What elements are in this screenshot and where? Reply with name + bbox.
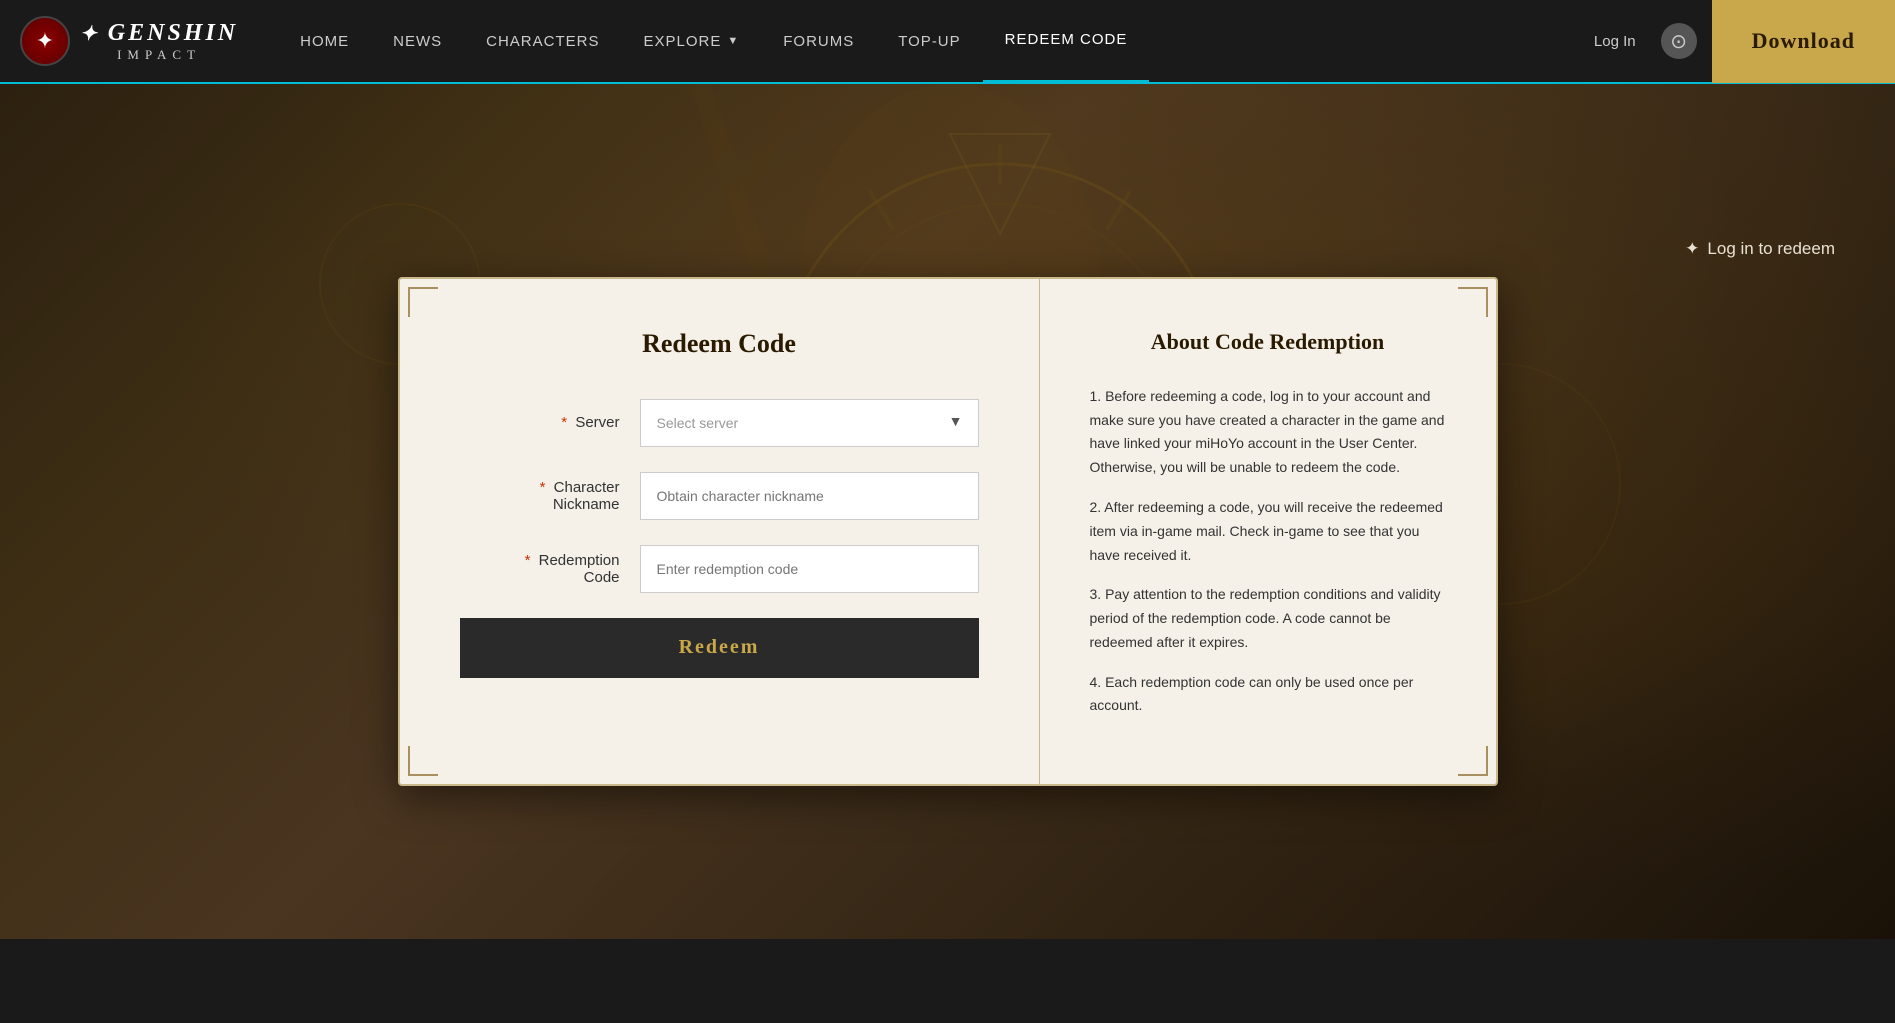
redemption-code-form-row: * RedemptionCode <box>460 545 979 593</box>
hero-section: Log in to redeem Redeem Code * Server <box>0 84 1895 939</box>
nav-item-forums[interactable]: FORUMS <box>761 0 876 83</box>
redemption-required-star: * <box>525 552 531 569</box>
nav-item-home[interactable]: HOME <box>278 0 371 83</box>
about-point-1: 1. Before redeeming a code, log in to yo… <box>1090 385 1446 480</box>
character-nickname-label: * CharacterNickname <box>460 479 620 513</box>
character-required-star: * <box>540 479 546 496</box>
logo-icon: ✦ <box>20 16 70 66</box>
nav-item-news[interactable]: NEWS <box>371 0 464 83</box>
about-text: 1. Before redeeming a code, log in to yo… <box>1090 385 1446 719</box>
about-point-4: 4. Each redemption code can only be used… <box>1090 671 1446 719</box>
logo-sub-text: IMPACT <box>117 47 201 63</box>
corner-decoration-tl <box>408 287 438 317</box>
modal-overlay: Redeem Code * Server Select server Ameri… <box>0 84 1895 939</box>
redemption-code-input[interactable] <box>640 545 979 593</box>
logo-text: ✦ Genshin IMPACT <box>80 20 238 63</box>
server-select[interactable]: Select server America Europe Asia TW/HK/… <box>640 399 979 447</box>
modal-right-panel: About Code Redemption 1. Before redeemin… <box>1040 279 1496 785</box>
character-nickname-input[interactable] <box>640 472 979 520</box>
navbar-right: Log In ⊙ Download <box>1584 0 1895 83</box>
logo-main-text: ✦ Genshin <box>80 20 238 47</box>
redemption-code-label: * RedemptionCode <box>460 552 620 586</box>
login-button[interactable]: Log In <box>1584 33 1646 50</box>
redeem-button[interactable]: Redeem <box>460 618 979 678</box>
user-avatar-icon[interactable]: ⊙ <box>1661 23 1697 59</box>
redeem-code-modal: Redeem Code * Server Select server Ameri… <box>398 277 1498 787</box>
corner-decoration-br <box>1458 746 1488 776</box>
character-nickname-form-row: * CharacterNickname <box>460 472 979 520</box>
server-select-wrapper: Select server America Europe Asia TW/HK/… <box>640 399 979 447</box>
about-title: About Code Redemption <box>1090 329 1446 355</box>
navbar: ✦ ✦ Genshin IMPACT HOME NEWS CHARACTERS … <box>0 0 1895 84</box>
nav-item-explore[interactable]: EXPLORE ▼ <box>621 0 761 83</box>
modal-left-panel: Redeem Code * Server Select server Ameri… <box>400 279 1040 785</box>
corner-decoration-tr <box>1458 287 1488 317</box>
nav-item-top-up[interactable]: TOP-UP <box>876 0 982 83</box>
server-required-star: * <box>561 414 567 431</box>
about-point-3: 3. Pay attention to the redemption condi… <box>1090 583 1446 654</box>
nav-item-redeem-code[interactable]: REDEEM CODE <box>983 0 1150 83</box>
about-point-2: 2. After redeeming a code, you will rece… <box>1090 496 1446 567</box>
corner-decoration-bl <box>408 746 438 776</box>
main-nav: HOME NEWS CHARACTERS EXPLORE ▼ FORUMS TO… <box>278 0 1584 83</box>
nav-item-characters[interactable]: CHARACTERS <box>464 0 621 83</box>
server-form-row: * Server Select server America Europe As… <box>460 399 979 447</box>
download-button[interactable]: Download <box>1712 0 1895 83</box>
logo[interactable]: ✦ ✦ Genshin IMPACT <box>0 16 258 66</box>
server-label: * Server <box>460 414 620 431</box>
modal-title: Redeem Code <box>460 329 979 359</box>
explore-dropdown-icon: ▼ <box>727 35 739 47</box>
